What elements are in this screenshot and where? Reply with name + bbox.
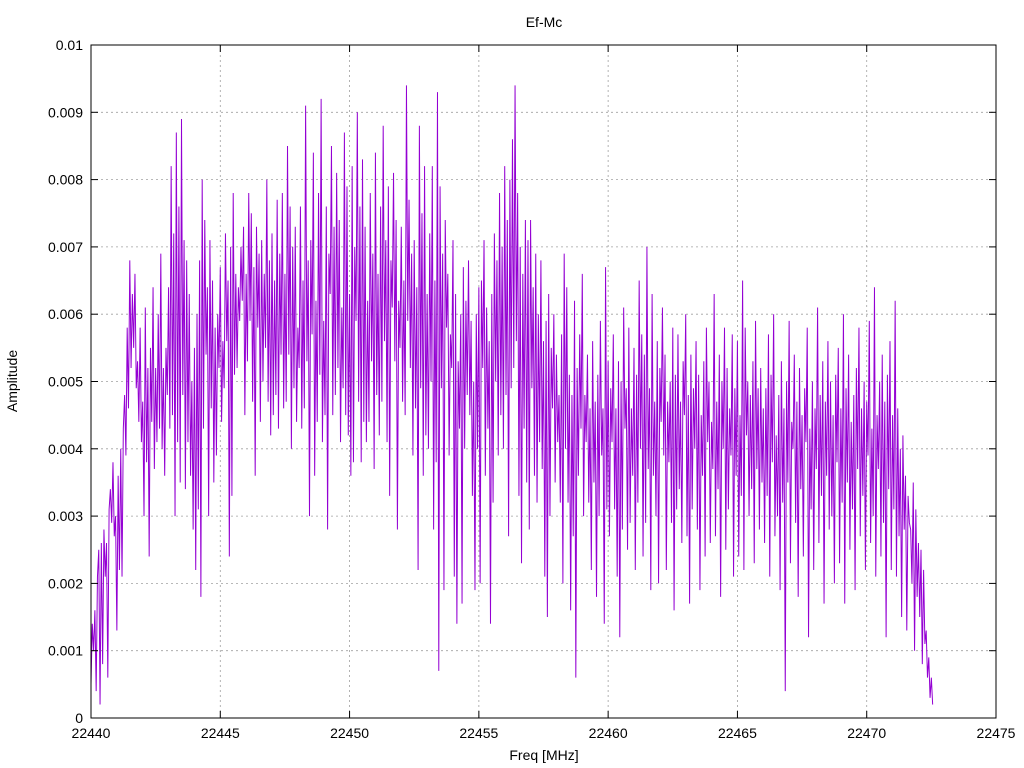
y-tick-label: 0.007 — [48, 239, 83, 255]
x-tick-label: 22450 — [330, 725, 369, 741]
chart-title: Ef-Mc — [526, 14, 563, 30]
x-tick-label: 22445 — [201, 725, 240, 741]
x-tick-label: 22460 — [589, 725, 628, 741]
x-tick-label: 22475 — [977, 725, 1016, 741]
x-tick-label: 22455 — [459, 725, 498, 741]
y-tick-label: 0.004 — [48, 441, 83, 457]
y-axis-label: Amplitude — [4, 350, 20, 412]
y-tick-label: 0.01 — [56, 37, 83, 53]
y-tick-label: 0.002 — [48, 575, 83, 591]
y-tick-label: 0 — [75, 710, 83, 726]
y-tick-label: 0.006 — [48, 306, 83, 322]
y-tick-label: 0.001 — [48, 643, 83, 659]
x-tick-label: 22470 — [847, 725, 886, 741]
y-tick-label: 0.009 — [48, 104, 83, 120]
x-tick-label: 22440 — [72, 725, 111, 741]
x-tick-label: 22465 — [718, 725, 757, 741]
x-axis-label: Freq [MHz] — [509, 747, 578, 763]
y-tick-label: 0.008 — [48, 172, 83, 188]
y-tick-label: 0.003 — [48, 508, 83, 524]
y-tick-label: 0.005 — [48, 374, 83, 390]
chart: 22440 22445 22450 22455 22460 22465 22470 22475… — [0, 0, 1024, 768]
